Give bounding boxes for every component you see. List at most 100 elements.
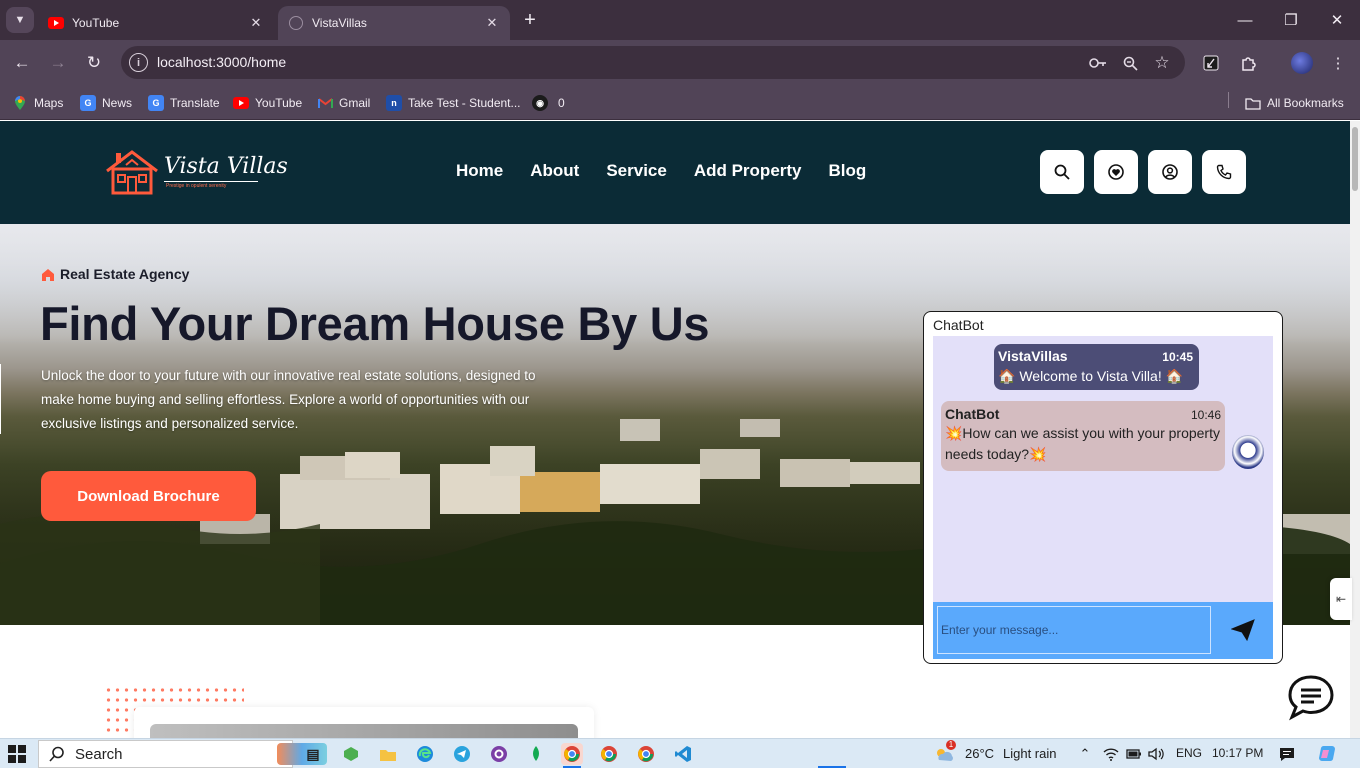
clock[interactable]: 10:17 PM: [1212, 746, 1263, 760]
edge-icon[interactable]: [414, 743, 436, 765]
app-icon[interactable]: [488, 743, 510, 765]
bookmark-maps[interactable]: Maps: [12, 93, 63, 113]
extension-app-icon[interactable]: [1198, 50, 1224, 76]
all-bookmarks[interactable]: All Bookmarks: [1245, 93, 1344, 113]
browser-tab-bar: ▼ YouTube ✕ VistaVillas ✕ + — ❐ ✕: [0, 0, 1360, 40]
battery-icon[interactable]: [1125, 745, 1143, 763]
bookmark-label: YouTube: [255, 96, 303, 110]
bookmark-youtube[interactable]: YouTube: [233, 93, 302, 113]
logo-tagline: Prestige in opulent serenity: [166, 183, 227, 189]
side-panel-toggle[interactable]: ⇤: [1330, 578, 1352, 620]
download-brochure-button[interactable]: Download Brochure: [41, 471, 256, 521]
nav-service[interactable]: Service: [606, 161, 667, 181]
bookmark-label: Translate: [170, 96, 220, 110]
chevron-up-icon[interactable]: ⌃: [1076, 745, 1094, 763]
bookmark-gmail[interactable]: Gmail: [317, 93, 370, 113]
forward-button[interactable]: →: [45, 50, 71, 76]
header-phone-button[interactable]: [1202, 150, 1246, 194]
bookmarks-bar: Maps G News G Translate YouTube Gmail n …: [0, 86, 1360, 120]
profile-avatar[interactable]: [1291, 52, 1313, 74]
hero-description: Unlock the door to your future with our …: [41, 368, 536, 431]
weather-temperature[interactable]: 26°C: [965, 746, 994, 761]
volume-icon[interactable]: [1147, 745, 1165, 763]
bookmark-label: 0: [558, 96, 565, 110]
page-scrollbar[interactable]: [1350, 121, 1360, 738]
task-view-icon[interactable]: ▤: [302, 743, 324, 765]
window-close-button[interactable]: ✕: [1322, 8, 1352, 32]
windows-start-icon[interactable]: [8, 745, 26, 763]
logo-text: Vista Villas: [164, 154, 288, 179]
globe-icon: [288, 15, 304, 31]
chat-message: ChatBot 10:46 💥How can we assist you wit…: [941, 401, 1225, 471]
nav-add-property[interactable]: Add Property: [694, 161, 802, 181]
zoom-icon[interactable]: [1119, 52, 1141, 74]
tab-youtube[interactable]: YouTube ✕: [38, 6, 274, 40]
bookmark-take-test[interactable]: n Take Test - Student...: [386, 93, 521, 113]
back-button[interactable]: ←: [9, 50, 35, 76]
taskbar-search-label: Search: [75, 745, 123, 763]
chat-message-input[interactable]: [937, 606, 1211, 654]
weather-description[interactable]: Light rain: [1003, 746, 1056, 761]
chrome-icon[interactable]: [561, 743, 583, 765]
bookmark-star-icon[interactable]: ☆: [1151, 52, 1173, 74]
close-icon[interactable]: ✕: [248, 15, 264, 31]
header-favorites-button[interactable]: [1094, 150, 1138, 194]
folder-icon: [1245, 95, 1261, 111]
user-icon: [1162, 164, 1178, 180]
search-icon: [1054, 164, 1070, 180]
header-account-button[interactable]: [1148, 150, 1192, 194]
bookmark-label: Maps: [34, 96, 64, 110]
address-bar[interactable]: i localhost:3000/home ☆: [121, 46, 1185, 79]
browser-menu-icon[interactable]: ⋮: [1325, 50, 1351, 76]
hero-title: Find Your Dream House By Us: [40, 297, 710, 350]
chat-input-bar: [933, 602, 1273, 659]
chat-launcher-button[interactable]: [1286, 673, 1336, 721]
notification-icon[interactable]: [1278, 745, 1296, 763]
bot-avatar: [1232, 435, 1264, 469]
chat-message: VistaVillas 10:45 🏠 Welcome to Vista Vil…: [994, 344, 1199, 390]
site-header: Vista Villas Prestige in opulent serenit…: [0, 121, 1350, 224]
copilot-icon[interactable]: [1317, 745, 1339, 763]
hero-tag: Real Estate Agency: [41, 266, 189, 282]
restore-button[interactable]: ❐: [1276, 8, 1306, 32]
youtube-icon: [48, 15, 64, 31]
bookmark-translate[interactable]: G Translate: [148, 93, 220, 113]
taskbar-search[interactable]: Search: [38, 740, 327, 768]
language-indicator[interactable]: ENG: [1176, 746, 1202, 760]
bookmarks-divider: [1228, 92, 1229, 108]
bookmark-github[interactable]: ◉ 0: [532, 93, 565, 113]
password-key-icon[interactable]: [1087, 52, 1109, 74]
translate-icon: G: [148, 95, 164, 111]
new-tab-button[interactable]: +: [518, 9, 542, 31]
vscode-icon[interactable]: [672, 743, 694, 765]
extensions-puzzle-icon[interactable]: [1235, 50, 1261, 76]
bookmark-news[interactable]: G News: [80, 93, 132, 113]
message-time: 10:46: [1190, 408, 1221, 422]
page-scroll-thumb[interactable]: [1352, 127, 1358, 191]
nav-blog[interactable]: Blog: [829, 161, 867, 181]
url-text[interactable]: localhost:3000/home: [157, 54, 286, 70]
tab-title: YouTube: [72, 16, 120, 30]
telegram-icon[interactable]: [451, 743, 473, 765]
nav-home[interactable]: Home: [456, 161, 503, 181]
file-explorer-icon[interactable]: [377, 743, 399, 765]
chrome-icon[interactable]: [635, 743, 657, 765]
message-time: 10:45: [1162, 350, 1193, 364]
tab-search-button[interactable]: ▼: [6, 7, 34, 33]
wifi-icon[interactable]: [1102, 745, 1120, 763]
chrome-icon[interactable]: [598, 743, 620, 765]
send-button[interactable]: [1229, 617, 1257, 643]
app-icon[interactable]: [340, 743, 362, 765]
reload-button[interactable]: ↻: [81, 50, 107, 76]
tab-title: VistaVillas: [312, 16, 367, 30]
tab-vistavillas[interactable]: VistaVillas ✕: [278, 6, 510, 40]
close-icon[interactable]: ✕: [484, 15, 500, 31]
maps-icon: [12, 95, 28, 111]
site-info-icon[interactable]: i: [129, 53, 148, 72]
header-search-button[interactable]: [1040, 150, 1084, 194]
news-icon: G: [80, 95, 96, 111]
site-logo[interactable]: Vista Villas Prestige in opulent serenit…: [104, 149, 288, 197]
minimize-button[interactable]: —: [1230, 8, 1260, 32]
nav-about[interactable]: About: [530, 161, 579, 181]
mongodb-icon[interactable]: [525, 743, 547, 765]
